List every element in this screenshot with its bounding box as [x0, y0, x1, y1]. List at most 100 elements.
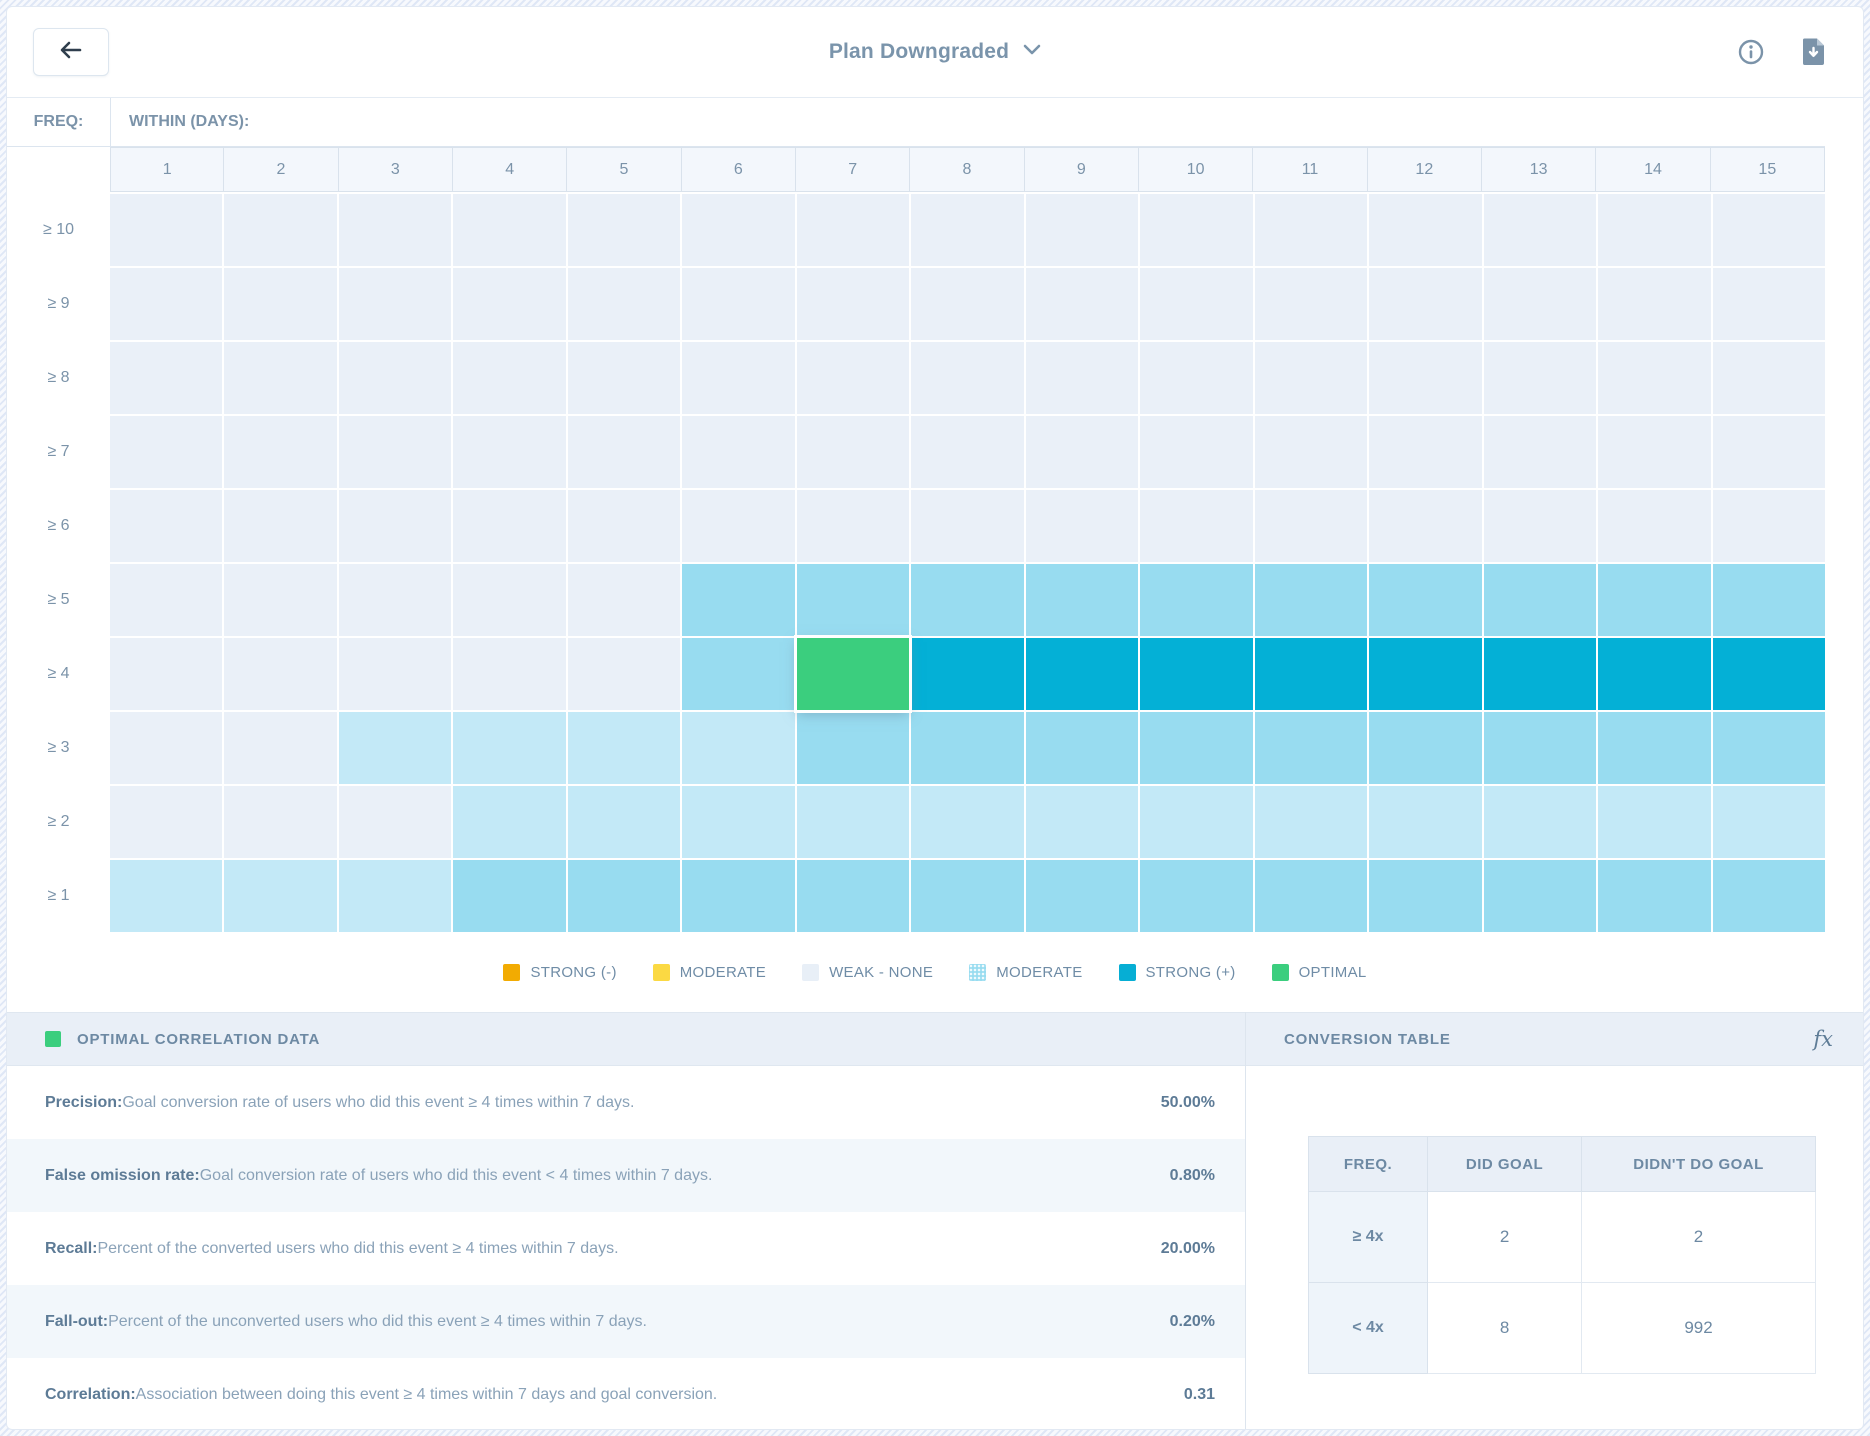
event-selector-dropdown[interactable]: Plan Downgraded	[829, 40, 1041, 64]
heatmap-cell-r4-d5[interactable]	[568, 416, 680, 488]
heatmap-cell-r1-d14[interactable]	[1598, 194, 1710, 266]
heatmap-cell-r9-d8[interactable]	[911, 786, 1023, 858]
heatmap-cell-r3-d7[interactable]	[797, 342, 909, 414]
heatmap-cell-r6-d1[interactable]	[110, 564, 222, 636]
heatmap-cell-r1-d11[interactable]	[1255, 194, 1367, 266]
heatmap-cell-r7-d1[interactable]	[110, 638, 222, 710]
heatmap-cell-r1-d10[interactable]	[1140, 194, 1252, 266]
heatmap-cell-r6-d6[interactable]	[682, 564, 794, 636]
heatmap-cell-r2-d13[interactable]	[1484, 268, 1596, 340]
heatmap-cell-r4-d4[interactable]	[453, 416, 565, 488]
heatmap-cell-r4-d9[interactable]	[1026, 416, 1138, 488]
heatmap-cell-r9-d1[interactable]	[110, 786, 222, 858]
heatmap-cell-r10-d7[interactable]	[797, 860, 909, 932]
heatmap-cell-r10-d9[interactable]	[1026, 860, 1138, 932]
heatmap-cell-r3-d4[interactable]	[453, 342, 565, 414]
heatmap-cell-r9-d11[interactable]	[1255, 786, 1367, 858]
heatmap-cell-r4-d10[interactable]	[1140, 416, 1252, 488]
heatmap-cell-r9-d13[interactable]	[1484, 786, 1596, 858]
heatmap-cell-r4-d15[interactable]	[1713, 416, 1825, 488]
heatmap-cell-r7-d3[interactable]	[339, 638, 451, 710]
heatmap-cell-r8-d2[interactable]	[224, 712, 336, 784]
heatmap-cell-r10-d4[interactable]	[453, 860, 565, 932]
heatmap-cell-r1-d5[interactable]	[568, 194, 680, 266]
heatmap-cell-r8-d1[interactable]	[110, 712, 222, 784]
heatmap-cell-r6-d7[interactable]	[797, 564, 909, 636]
download-report-icon[interactable]	[1799, 38, 1827, 66]
heatmap-cell-r2-d11[interactable]	[1255, 268, 1367, 340]
heatmap-cell-r2-d4[interactable]	[453, 268, 565, 340]
heatmap-cell-r1-d3[interactable]	[339, 194, 451, 266]
heatmap-cell-r2-d8[interactable]	[911, 268, 1023, 340]
heatmap-cell-r10-d10[interactable]	[1140, 860, 1252, 932]
heatmap-cell-r6-d8[interactable]	[911, 564, 1023, 636]
heatmap-cell-r9-d4[interactable]	[453, 786, 565, 858]
heatmap-cell-r6-d14[interactable]	[1598, 564, 1710, 636]
heatmap-cell-r2-d12[interactable]	[1369, 268, 1481, 340]
heatmap-cell-r9-d6[interactable]	[682, 786, 794, 858]
heatmap-cell-r7-d12[interactable]	[1369, 638, 1481, 710]
heatmap-cell-r8-d3[interactable]	[339, 712, 451, 784]
heatmap-cell-r3-d11[interactable]	[1255, 342, 1367, 414]
heatmap-cell-r4-d12[interactable]	[1369, 416, 1481, 488]
heatmap-cell-r8-d12[interactable]	[1369, 712, 1481, 784]
heatmap-cell-r7-d4[interactable]	[453, 638, 565, 710]
heatmap-cell-r3-d15[interactable]	[1713, 342, 1825, 414]
heatmap-cell-r8-d15[interactable]	[1713, 712, 1825, 784]
heatmap-cell-r8-d13[interactable]	[1484, 712, 1596, 784]
heatmap-cell-r6-d2[interactable]	[224, 564, 336, 636]
heatmap-cell-r9-d12[interactable]	[1369, 786, 1481, 858]
heatmap-cell-r6-d5[interactable]	[568, 564, 680, 636]
heatmap-cell-r4-d11[interactable]	[1255, 416, 1367, 488]
heatmap-cell-r2-d2[interactable]	[224, 268, 336, 340]
heatmap-cell-r9-d10[interactable]	[1140, 786, 1252, 858]
heatmap-cell-r1-d4[interactable]	[453, 194, 565, 266]
heatmap-cell-r5-d13[interactable]	[1484, 490, 1596, 562]
heatmap-cell-r7-d8[interactable]	[911, 638, 1023, 710]
heatmap-cell-r8-d11[interactable]	[1255, 712, 1367, 784]
heatmap-cell-r4-d2[interactable]	[224, 416, 336, 488]
heatmap-cell-r8-d10[interactable]	[1140, 712, 1252, 784]
heatmap-cell-r3-d14[interactable]	[1598, 342, 1710, 414]
heatmap-cell-r9-d2[interactable]	[224, 786, 336, 858]
heatmap-cell-r9-d15[interactable]	[1713, 786, 1825, 858]
heatmap-cell-r6-d15[interactable]	[1713, 564, 1825, 636]
heatmap-cell-r9-d3[interactable]	[339, 786, 451, 858]
info-icon[interactable]	[1737, 38, 1765, 66]
heatmap-cell-r8-d6[interactable]	[682, 712, 794, 784]
heatmap-cell-r6-d12[interactable]	[1369, 564, 1481, 636]
heatmap-cell-r5-d14[interactable]	[1598, 490, 1710, 562]
heatmap-cell-r1-d8[interactable]	[911, 194, 1023, 266]
heatmap-cell-r1-d2[interactable]	[224, 194, 336, 266]
heatmap-cell-r5-d5[interactable]	[568, 490, 680, 562]
heatmap-cell-r6-d3[interactable]	[339, 564, 451, 636]
heatmap-cell-r3-d6[interactable]	[682, 342, 794, 414]
heatmap-cell-r7-d5[interactable]	[568, 638, 680, 710]
heatmap-cell-r7-d6[interactable]	[682, 638, 794, 710]
heatmap-cell-r4-d8[interactable]	[911, 416, 1023, 488]
heatmap-cell-r2-d14[interactable]	[1598, 268, 1710, 340]
heatmap-cell-r4-d3[interactable]	[339, 416, 451, 488]
back-button[interactable]	[33, 28, 109, 76]
heatmap-cell-r5-d2[interactable]	[224, 490, 336, 562]
heatmap-cell-r2-d9[interactable]	[1026, 268, 1138, 340]
heatmap-cell-r4-d1[interactable]	[110, 416, 222, 488]
heatmap-cell-r4-d7[interactable]	[797, 416, 909, 488]
formula-fx-icon[interactable]: fx	[1813, 1027, 1833, 1051]
heatmap-cell-r3-d2[interactable]	[224, 342, 336, 414]
heatmap-cell-r1-d1[interactable]	[110, 194, 222, 266]
heatmap-cell-r4-d14[interactable]	[1598, 416, 1710, 488]
heatmap-cell-r10-d8[interactable]	[911, 860, 1023, 932]
heatmap-cell-r5-d7[interactable]	[797, 490, 909, 562]
heatmap-cell-r5-d11[interactable]	[1255, 490, 1367, 562]
heatmap-cell-r7-d2[interactable]	[224, 638, 336, 710]
heatmap-cell-r10-d12[interactable]	[1369, 860, 1481, 932]
heatmap-cell-r5-d10[interactable]	[1140, 490, 1252, 562]
heatmap-cell-r9-d9[interactable]	[1026, 786, 1138, 858]
heatmap-cell-r6-d10[interactable]	[1140, 564, 1252, 636]
heatmap-cell-r9-d7[interactable]	[797, 786, 909, 858]
heatmap-cell-r9-d14[interactable]	[1598, 786, 1710, 858]
heatmap-cell-r10-d11[interactable]	[1255, 860, 1367, 932]
heatmap-cell-r6-d9[interactable]	[1026, 564, 1138, 636]
heatmap-cell-r5-d9[interactable]	[1026, 490, 1138, 562]
